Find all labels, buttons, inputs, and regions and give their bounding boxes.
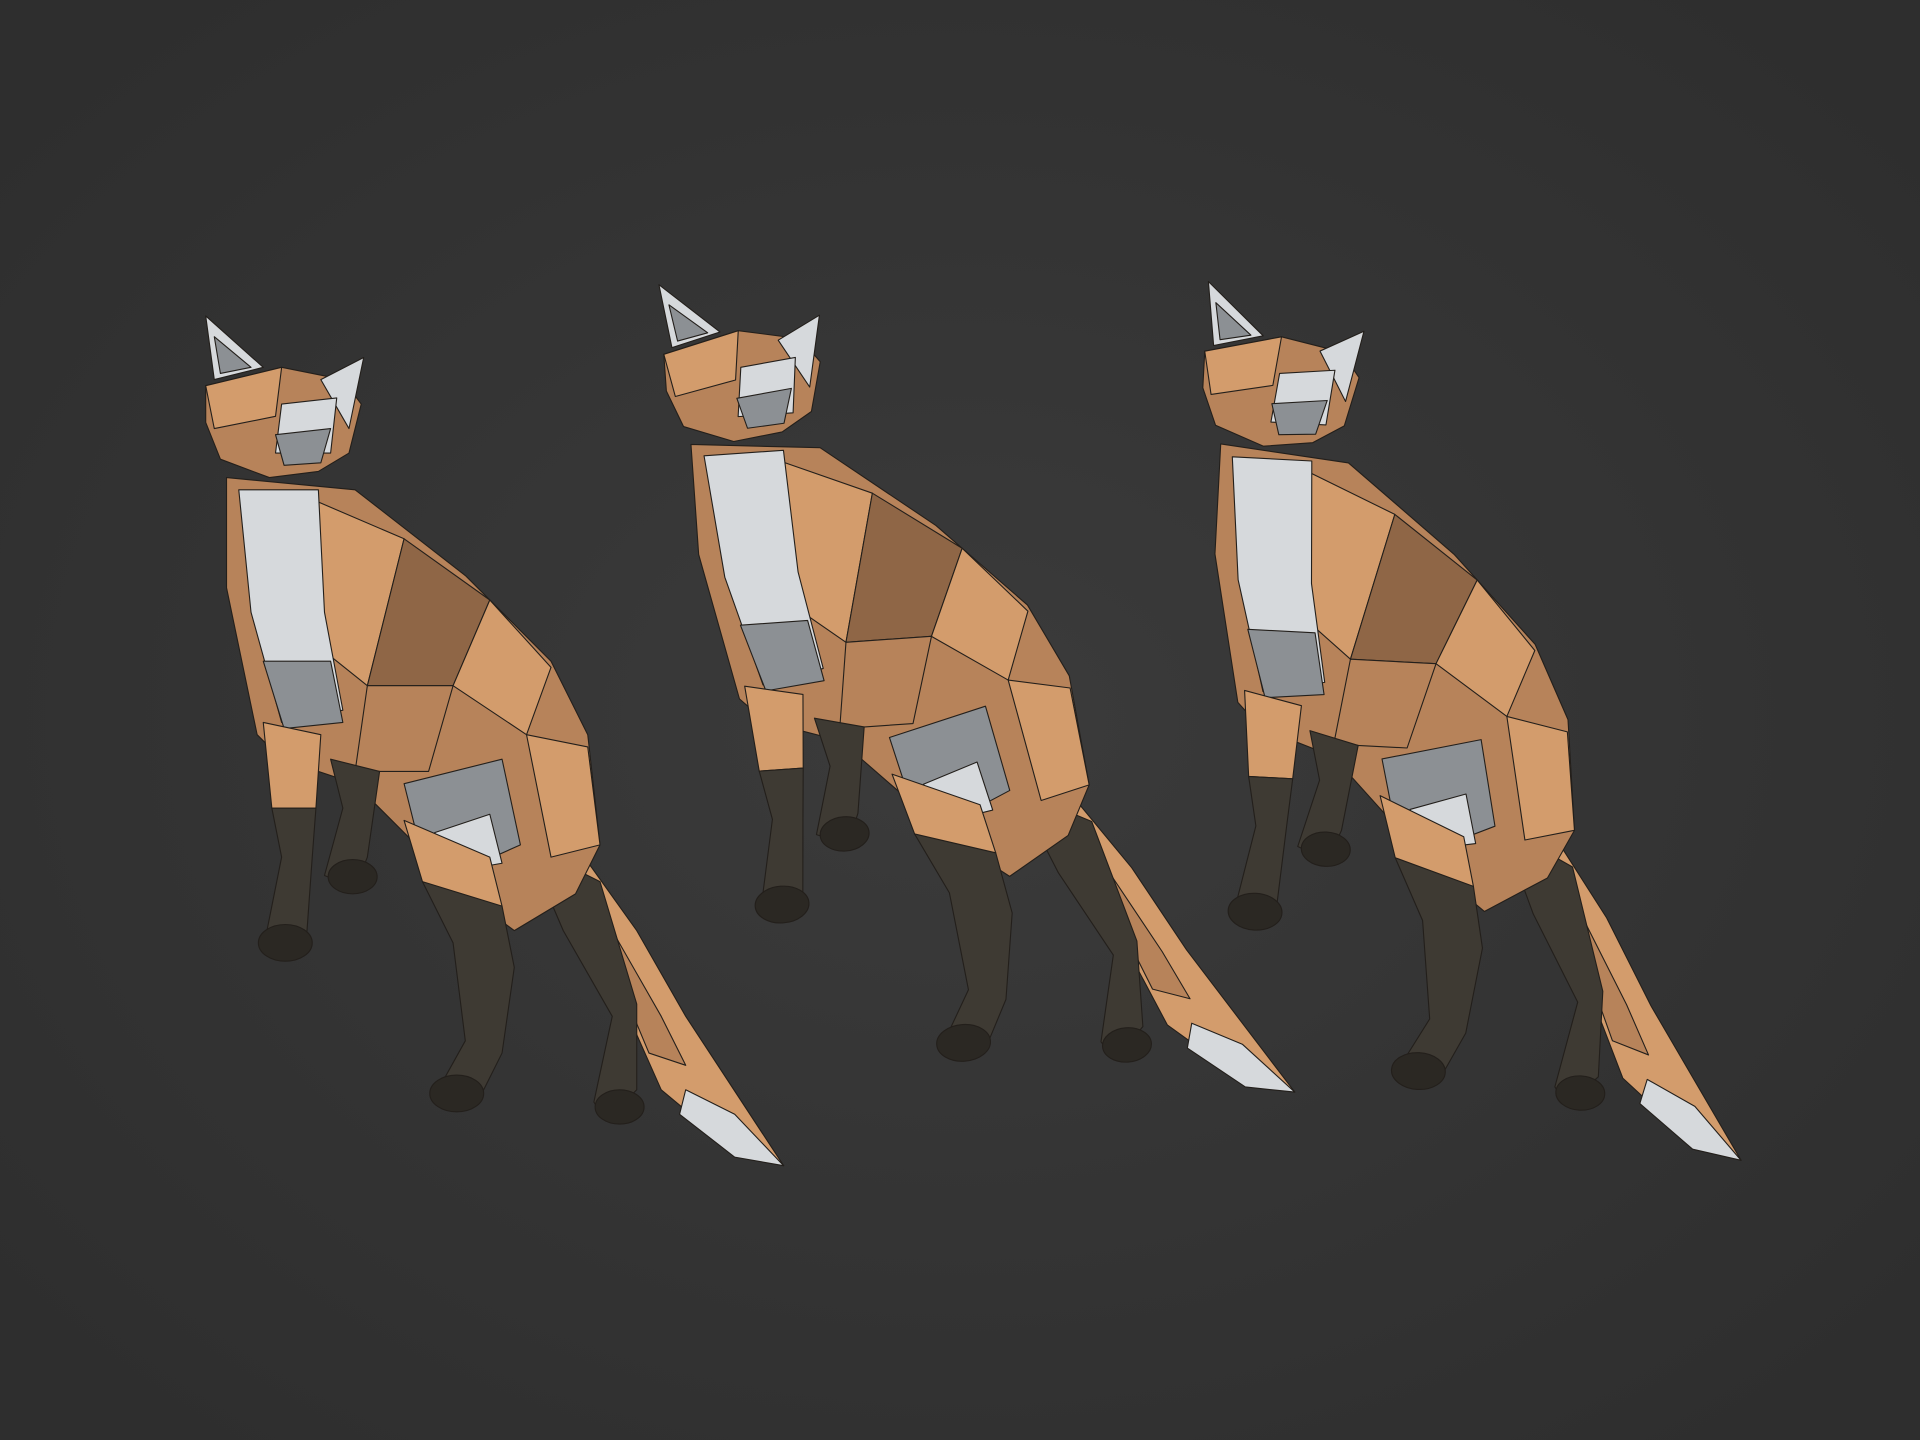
render-viewport — [0, 0, 1920, 1440]
